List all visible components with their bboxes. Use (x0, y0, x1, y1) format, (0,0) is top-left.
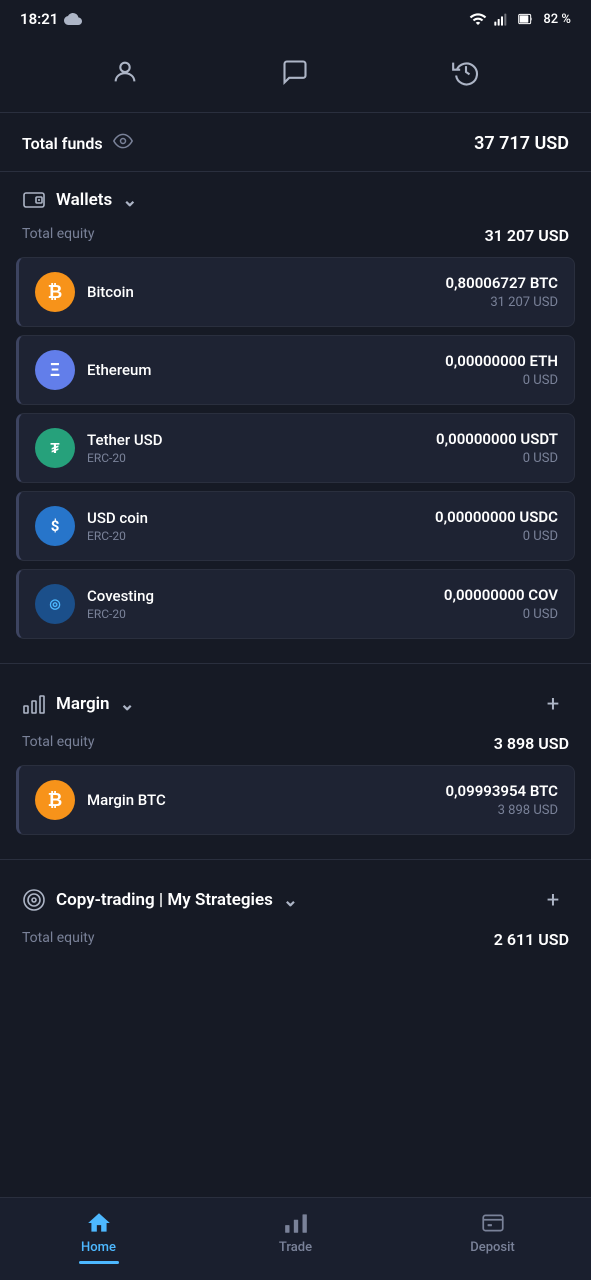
wallets-equity-row: Total equity 31 207 USD (0, 222, 591, 257)
bottom-nav-trade-label: Trade (279, 1240, 312, 1255)
copy-trading-equity-row: Total equity 2 611 USD (0, 926, 591, 961)
home-active-indicator (79, 1261, 119, 1264)
bottom-nav-deposit-label: Deposit (470, 1240, 514, 1255)
wallet-usd-cov: 0 USD (444, 607, 558, 622)
wallet-item-tether[interactable]: ₮ Tether USD ERC-20 0,00000000 USDT 0 US… (16, 413, 575, 483)
copy-trading-section-header: Copy-trading | My Strategies ⌄ + (0, 868, 591, 926)
wallet-sub-cov: ERC-20 (87, 607, 154, 621)
wallet-name-usdc: USD coin (87, 509, 148, 527)
margin-title: Margin (56, 694, 110, 714)
margin-equity-row: Total equity 3 898 USD (0, 730, 591, 765)
deposit-icon (480, 1210, 506, 1236)
home-icon (86, 1210, 112, 1236)
margin-wallet-list: ₿ Margin BTC 0,09993954 BTC 3 898 USD (0, 765, 591, 851)
wallet-item-usdc[interactable]: $ USD coin ERC-20 0,00000000 USDC 0 USD (16, 491, 575, 561)
bottom-nav-home-label: Home (81, 1240, 116, 1255)
margin-equity-amount: 3 898 USD (494, 734, 569, 753)
copy-trading-chevron[interactable]: ⌄ (283, 890, 298, 911)
copy-trading-equity-label: Total equity (22, 930, 94, 949)
cov-icon: ◎ (35, 584, 75, 624)
profile-button[interactable] (103, 50, 147, 94)
battery-icon (515, 11, 537, 27)
total-funds-row: Total funds 37 717 USD (0, 113, 591, 172)
wallet-name-cov: Covesting (87, 587, 154, 605)
signal-icon (493, 10, 509, 28)
wallet-item-bitcoin[interactable]: ₿ Bitcoin 0,80006727 BTC 31 207 USD (16, 257, 575, 327)
top-nav (0, 36, 591, 113)
wallet-usd-ethereum: 0 USD (445, 373, 558, 388)
total-funds-amount: 37 717 USD (474, 133, 569, 154)
trade-icon (283, 1210, 309, 1236)
wallets-section-header: Wallets ⌄ (0, 172, 591, 222)
chat-button[interactable] (273, 50, 317, 94)
wallet-name-margin-btc: Margin BTC (87, 791, 166, 809)
copy-trading-add-button[interactable]: + (537, 884, 569, 916)
eye-icon[interactable] (113, 131, 133, 155)
history-icon (452, 58, 480, 86)
margin-section-header: Margin ⌄ + (0, 672, 591, 730)
eth-icon: Ξ (35, 350, 75, 390)
margin-icon (22, 692, 46, 716)
status-right: 82 % (469, 10, 571, 28)
wallet-amount-margin-btc: 0,09993954 BTC (445, 782, 558, 800)
history-button[interactable] (444, 50, 488, 94)
wallet-name-ethereum: Ethereum (87, 361, 151, 379)
status-bar: 18:21 82 % (0, 0, 591, 36)
wallet-usd-margin-btc: 3 898 USD (445, 803, 558, 818)
wallet-usd-tether: 0 USD (436, 451, 558, 466)
wallet-name-bitcoin: Bitcoin (87, 283, 134, 301)
wallet-sub-tether: ERC-20 (87, 451, 163, 465)
usdt-icon: ₮ (35, 428, 75, 468)
wifi-icon (469, 10, 487, 28)
wallet-amount-bitcoin: 0,80006727 BTC (445, 274, 558, 292)
wallet-item-ethereum[interactable]: Ξ Ethereum 0,00000000 ETH 0 USD (16, 335, 575, 405)
copy-trading-equity-amount: 2 611 USD (494, 930, 569, 949)
copy-trading-icon (22, 888, 46, 912)
margin-btc-icon: ₿ (35, 780, 75, 820)
margin-add-button[interactable]: + (537, 688, 569, 720)
chat-icon (281, 58, 309, 86)
wallet-usd-usdc: 0 USD (435, 529, 558, 544)
wallet-icon (22, 188, 46, 212)
usdc-icon: $ (35, 506, 75, 546)
bottom-nav-home[interactable]: Home (0, 1210, 197, 1264)
wallets-chevron[interactable]: ⌄ (122, 190, 137, 211)
bottom-nav-trade[interactable]: Trade (197, 1210, 394, 1264)
wallet-sub-usdc: ERC-20 (87, 529, 148, 543)
wallets-equity-amount: 31 207 USD (485, 226, 569, 245)
wallet-item-cov[interactable]: ◎ Covesting ERC-20 0,00000000 COV 0 USD (16, 569, 575, 639)
battery-percent: 82 % (543, 12, 571, 27)
margin-equity-label: Total equity (22, 734, 94, 753)
wallet-amount-tether: 0,00000000 USDT (436, 430, 558, 448)
wallets-title: Wallets (56, 190, 112, 210)
bottom-nav: Home Trade Deposit (0, 1197, 591, 1280)
wallet-amount-usdc: 0,00000000 USDC (435, 508, 558, 526)
time: 18:21 (20, 10, 58, 28)
margin-chevron[interactable]: ⌄ (120, 694, 135, 715)
total-funds-label: Total funds (22, 134, 103, 153)
wallet-item-margin-btc[interactable]: ₿ Margin BTC 0,09993954 BTC 3 898 USD (16, 765, 575, 835)
person-icon (111, 58, 139, 86)
wallet-usd-bitcoin: 31 207 USD (445, 295, 558, 310)
wallet-list: ₿ Bitcoin 0,80006727 BTC 31 207 USD Ξ Et… (0, 257, 591, 655)
wallet-amount-ethereum: 0,00000000 ETH (445, 352, 558, 370)
btc-icon: ₿ (35, 272, 75, 312)
wallet-name-tether: Tether USD (87, 431, 163, 449)
wallets-equity-label: Total equity (22, 226, 94, 245)
cloud-icon (64, 10, 82, 28)
copy-trading-title: Copy-trading | My Strategies (56, 890, 273, 910)
bottom-nav-deposit[interactable]: Deposit (394, 1210, 591, 1264)
wallet-amount-cov: 0,00000000 COV (444, 586, 558, 604)
